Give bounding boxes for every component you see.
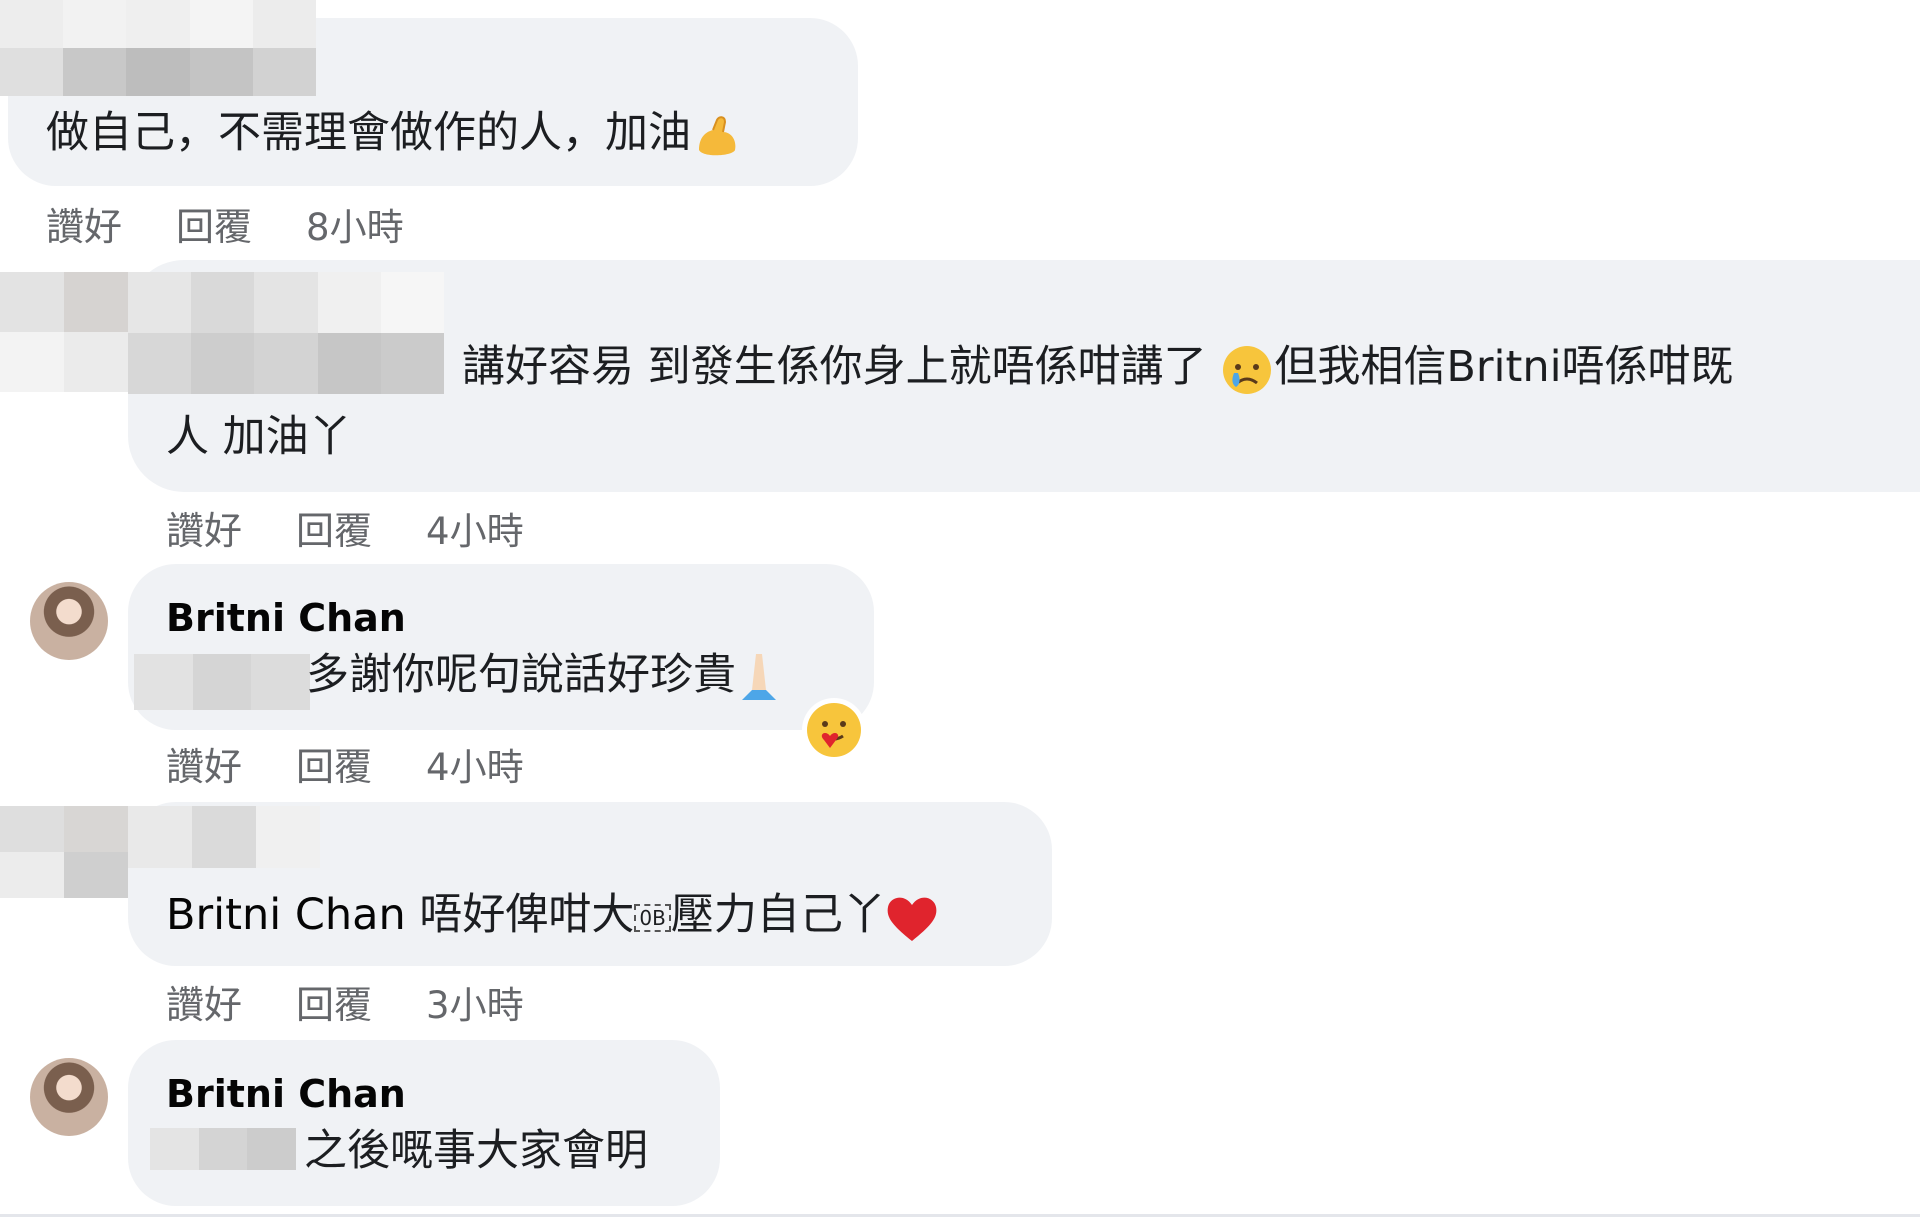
- redacted-mention: [134, 654, 310, 710]
- flexed-biceps-icon: [699, 115, 736, 155]
- comment-actions: 讚好 回覆 4小時: [166, 500, 524, 555]
- red-heart-icon: [887, 897, 937, 941]
- comment-text-line-2: 人 加油丫: [166, 412, 352, 462]
- folded-hands-icon: [742, 653, 776, 700]
- reply-button[interactable]: 回覆: [176, 196, 252, 251]
- avatar[interactable]: [30, 582, 108, 660]
- comment-text: 多謝你呢句說話好珍貴: [306, 646, 782, 706]
- unknown-glyph-box: 0B: [634, 903, 671, 932]
- comment-timestamp[interactable]: 4小時: [426, 501, 524, 555]
- comment-timestamp[interactable]: 3小時: [426, 975, 524, 1029]
- reply-button[interactable]: 回覆: [296, 736, 372, 791]
- crying-face-icon: [1223, 345, 1272, 394]
- like-button[interactable]: 讚好: [166, 736, 242, 791]
- comment-text: 之後嘅事大家會明: [304, 1126, 648, 1176]
- reply-button[interactable]: 回覆: [296, 974, 372, 1029]
- reply-button[interactable]: 回覆: [296, 500, 372, 555]
- redacted-author-name: [128, 806, 320, 868]
- comment-actions: 讚好 回覆 8小時: [46, 196, 404, 251]
- comment-text: 做自己，不需理會做作的人，加油: [46, 104, 743, 162]
- like-button[interactable]: 讚好: [46, 196, 122, 251]
- comment-text-line-1: 講好容易 到發生係你身上就唔係咁講了 但我相信Britni唔係咁既: [462, 338, 1734, 397]
- like-button[interactable]: 讚好: [166, 974, 242, 1029]
- avatar[interactable]: [30, 1058, 108, 1136]
- divider: [0, 1214, 1920, 1217]
- redacted-author-name: [128, 272, 444, 394]
- comment-author[interactable]: Britni Chan: [166, 596, 406, 640]
- comment-actions: 讚好 回覆 4小時: [166, 736, 524, 791]
- comment-timestamp[interactable]: 4小時: [426, 737, 524, 791]
- comment-actions: 讚好 回覆 3小時: [166, 974, 524, 1029]
- redacted-avatar: [0, 806, 128, 898]
- redacted-author-name: [0, 0, 316, 96]
- redacted-mention: [150, 1128, 296, 1170]
- care-reaction-icon[interactable]: [800, 696, 868, 764]
- comment-timestamp[interactable]: 8小時: [306, 197, 404, 251]
- redacted-avatar: [0, 272, 128, 392]
- mention-link[interactable]: Britni Chan: [166, 890, 406, 940]
- like-button[interactable]: 讚好: [166, 500, 242, 555]
- comment-text: Britni Chan 唔好俾咁大 0B 壓力自己丫: [166, 886, 938, 944]
- comment-author[interactable]: Britni Chan: [166, 1072, 406, 1116]
